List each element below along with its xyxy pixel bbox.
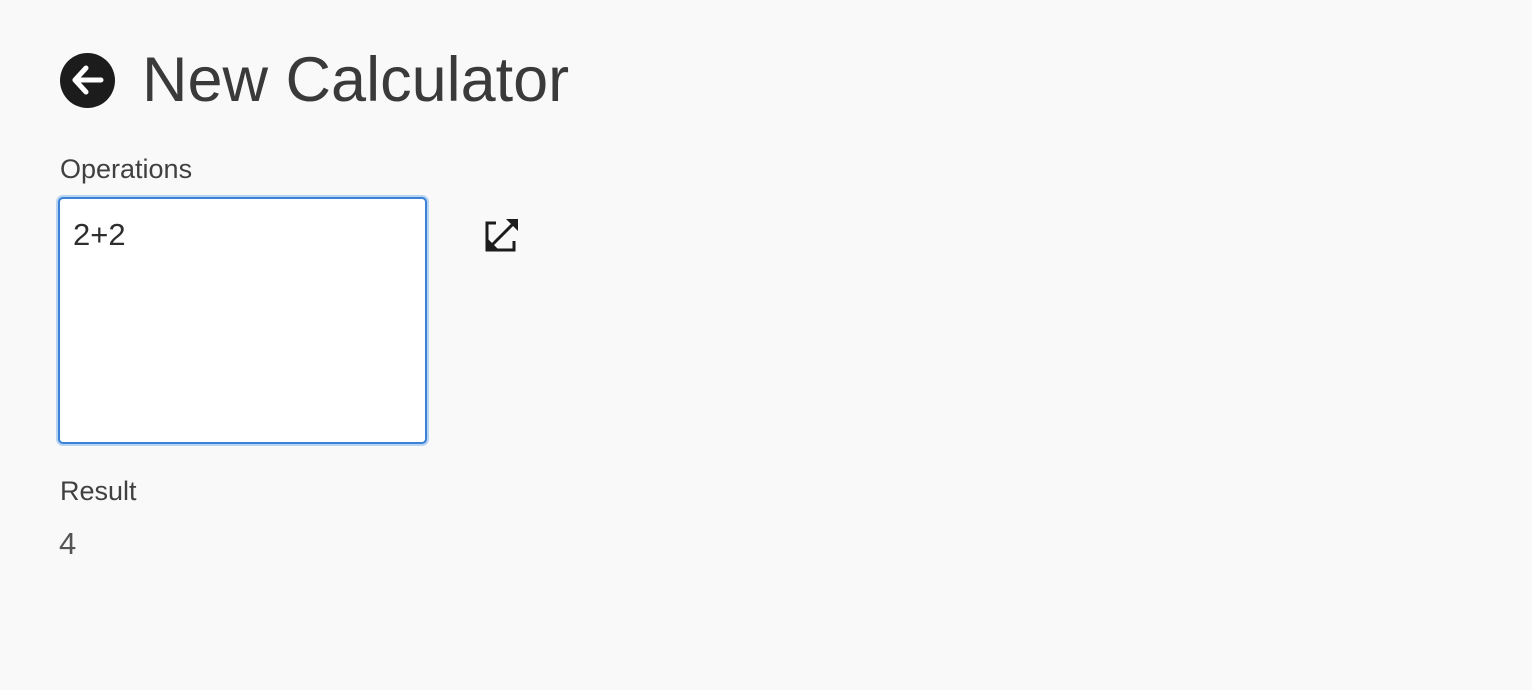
page-header: New Calculator	[60, 40, 569, 120]
operations-label: Operations	[60, 154, 193, 184]
page-title: New Calculator	[142, 44, 570, 115]
result-label: Result	[60, 476, 137, 506]
expand-arrows-icon	[485, 218, 519, 252]
result-value: 4	[59, 526, 77, 561]
calculator-page: New Calculator Operations 2+2 Result 4	[0, 0, 1532, 690]
back-button[interactable]	[60, 52, 115, 108]
arrow-left-icon	[72, 65, 103, 95]
operations-textarea[interactable]: 2+2	[58, 197, 427, 444]
expand-button[interactable]	[484, 217, 520, 253]
